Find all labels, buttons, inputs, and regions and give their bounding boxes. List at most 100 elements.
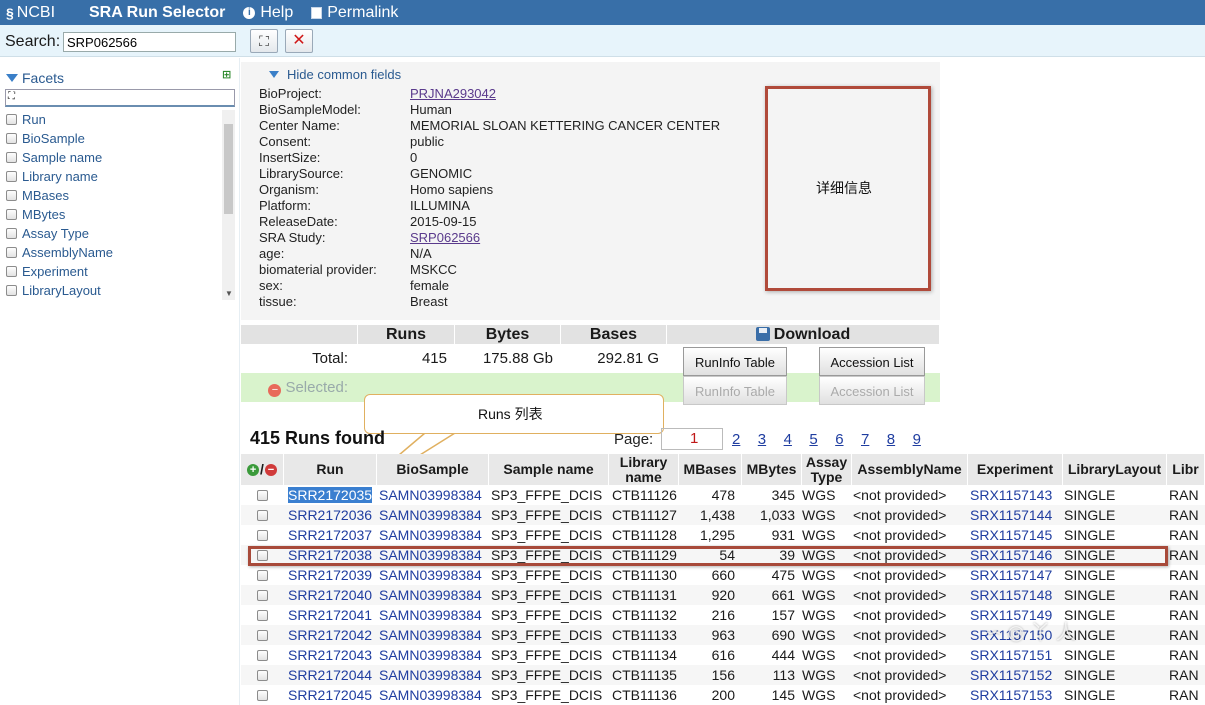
page-number-input[interactable]: 1 bbox=[661, 428, 723, 450]
experiment-link[interactable]: SRX1157143 bbox=[970, 487, 1052, 503]
facet-checkbox[interactable] bbox=[6, 114, 17, 125]
facet-item-mbases[interactable]: MBases bbox=[6, 186, 221, 205]
run-link[interactable]: SRR2172045 bbox=[288, 687, 372, 703]
scroll-down-icon[interactable]: ▼ bbox=[225, 289, 233, 298]
col-header-libr[interactable]: Libr bbox=[1167, 454, 1205, 485]
add-facet-icon[interactable]: ⊞ bbox=[222, 68, 236, 81]
col-header-experiment[interactable]: Experiment bbox=[968, 454, 1063, 485]
biosample-link[interactable]: SAMN03998384 bbox=[379, 627, 482, 643]
experiment-link[interactable]: SRX1157144 bbox=[970, 507, 1052, 523]
row-checkbox[interactable] bbox=[257, 489, 268, 501]
page-link-3[interactable]: 3 bbox=[758, 431, 784, 448]
table-row[interactable]: SRR2172044 SAMN03998384 SP3_FFPE_DCIS CTB11… bbox=[241, 665, 1205, 685]
plus-icon[interactable]: + bbox=[247, 463, 260, 476]
row-checkbox[interactable] bbox=[257, 629, 268, 641]
run-link[interactable]: SRR2172040 bbox=[288, 587, 372, 603]
clear-button[interactable]: ✕ bbox=[285, 29, 313, 53]
facet-item-experiment[interactable]: Experiment bbox=[6, 262, 221, 281]
table-row[interactable]: SRR2172039 SAMN03998384 SP3_FFPE_DCIS CTB11… bbox=[241, 565, 1205, 585]
table-row[interactable]: SRR2172035 SAMN03998384 SP3_FFPE_DCIS CTB11… bbox=[241, 485, 1205, 505]
col-header-mbytes[interactable]: MBytes bbox=[742, 454, 802, 485]
run-link[interactable]: SRR2172039 bbox=[288, 567, 372, 583]
page-link-6[interactable]: 6 bbox=[835, 431, 861, 448]
facet-search-input[interactable]: ⛶ bbox=[5, 89, 235, 107]
row-checkbox[interactable] bbox=[257, 529, 268, 541]
row-checkbox[interactable] bbox=[257, 569, 268, 581]
experiment-link[interactable]: SRX1157145 bbox=[970, 527, 1052, 543]
run-link[interactable]: SRR2172036 bbox=[288, 507, 372, 523]
search-button[interactable]: ⛶ bbox=[250, 29, 278, 53]
biosample-link[interactable]: SAMN03998384 bbox=[379, 527, 482, 543]
biosample-link[interactable]: SAMN03998384 bbox=[379, 667, 482, 683]
table-row[interactable]: SRR2172043 SAMN03998384 SP3_FFPE_DCIS CTB11… bbox=[241, 645, 1205, 665]
run-link[interactable]: SRR2172041 bbox=[288, 607, 372, 623]
table-row[interactable]: SRR2172036 SAMN03998384 SP3_FFPE_DCIS CTB11… bbox=[241, 505, 1205, 525]
facet-item-librarylayout[interactable]: LibraryLayout bbox=[6, 281, 221, 300]
run-link[interactable]: SRR2172037 bbox=[288, 527, 372, 543]
experiment-link[interactable]: SRX1157151 bbox=[970, 647, 1052, 663]
experiment-link[interactable]: SRX1157147 bbox=[970, 567, 1052, 583]
ncbi-logo[interactable]: § NCBI bbox=[6, 4, 81, 22]
accession-list-button[interactable]: Accession List bbox=[819, 347, 925, 376]
facet-checkbox[interactable] bbox=[6, 190, 17, 201]
row-checkbox[interactable] bbox=[257, 509, 268, 521]
experiment-link[interactable]: SRX1157152 bbox=[970, 667, 1052, 683]
hide-common-fields-toggle[interactable]: Hide common fields bbox=[269, 67, 401, 82]
run-link[interactable]: SRR2172035 bbox=[288, 487, 373, 503]
row-checkbox[interactable] bbox=[257, 689, 268, 701]
facet-checkbox[interactable] bbox=[6, 152, 17, 163]
biosample-link[interactable]: SAMN03998384 bbox=[379, 687, 482, 703]
run-link[interactable]: SRR2172042 bbox=[288, 627, 372, 643]
experiment-link[interactable]: SRX1157153 bbox=[970, 687, 1052, 703]
facet-scrollbar[interactable]: ▼ bbox=[222, 110, 235, 300]
scrollbar-thumb[interactable] bbox=[224, 124, 233, 214]
select-toggle[interactable]: + / − bbox=[247, 462, 277, 477]
col-header-sample-name[interactable]: Sample name bbox=[489, 454, 609, 485]
table-row[interactable]: SRR2172045 SAMN03998384 SP3_FFPE_DCIS CTB11… bbox=[241, 685, 1205, 705]
biosample-link[interactable]: SAMN03998384 bbox=[379, 587, 482, 603]
selected-accession-list-button[interactable]: Accession List bbox=[819, 376, 925, 405]
bioproject-link[interactable]: PRJNA293042 bbox=[410, 86, 496, 102]
biosample-link[interactable]: SAMN03998384 bbox=[379, 567, 482, 583]
help-link[interactable]: i Help bbox=[243, 4, 293, 22]
facet-checkbox[interactable] bbox=[6, 171, 17, 182]
biosample-link[interactable]: SAMN03998384 bbox=[379, 607, 482, 623]
page-link-5[interactable]: 5 bbox=[809, 431, 835, 448]
page-link-2[interactable]: 2 bbox=[732, 431, 758, 448]
search-input[interactable] bbox=[63, 32, 236, 52]
permalink-link[interactable]: Permalink bbox=[311, 4, 398, 22]
page-link-7[interactable]: 7 bbox=[861, 431, 887, 448]
facet-item-run[interactable]: Run bbox=[6, 110, 221, 129]
facet-item-library-name[interactable]: Library name bbox=[6, 167, 221, 186]
col-header-mbases[interactable]: MBases bbox=[679, 454, 742, 485]
row-checkbox[interactable] bbox=[257, 669, 268, 681]
page-link-9[interactable]: 9 bbox=[913, 431, 939, 448]
facet-item-sample-name[interactable]: Sample name bbox=[6, 148, 221, 167]
facet-item-mbytes[interactable]: MBytes bbox=[6, 205, 221, 224]
table-row[interactable]: SRR2172037 SAMN03998384 SP3_FFPE_DCIS CTB11… bbox=[241, 525, 1205, 545]
page-link-8[interactable]: 8 bbox=[887, 431, 913, 448]
facet-checkbox[interactable] bbox=[6, 266, 17, 277]
facet-item-assay-type[interactable]: Assay Type bbox=[6, 224, 221, 243]
table-row[interactable]: SRR2172040 SAMN03998384 SP3_FFPE_DCIS CTB11… bbox=[241, 585, 1205, 605]
facets-header[interactable]: Facets bbox=[6, 70, 64, 86]
minus-icon[interactable]: − bbox=[264, 463, 277, 476]
selected-runinfo-table-button[interactable]: RunInfo Table bbox=[683, 376, 787, 405]
facet-checkbox[interactable] bbox=[6, 228, 17, 239]
biosample-link[interactable]: SAMN03998384 bbox=[379, 647, 482, 663]
facet-item-assemblyname[interactable]: AssemblyName bbox=[6, 243, 221, 262]
page-link-4[interactable]: 4 bbox=[784, 431, 810, 448]
col-header-librarylayout[interactable]: LibraryLayout bbox=[1063, 454, 1167, 485]
runinfo-table-button[interactable]: RunInfo Table bbox=[683, 347, 787, 376]
col-header-assay-type[interactable]: Assay Type bbox=[802, 454, 852, 485]
facet-checkbox[interactable] bbox=[6, 209, 17, 220]
biosample-link[interactable]: SAMN03998384 bbox=[379, 507, 482, 523]
row-checkbox[interactable] bbox=[257, 649, 268, 661]
run-link[interactable]: SRR2172043 bbox=[288, 647, 372, 663]
facet-checkbox[interactable] bbox=[6, 133, 17, 144]
facet-checkbox[interactable] bbox=[6, 285, 17, 296]
facet-checkbox[interactable] bbox=[6, 247, 17, 258]
col-header-assemblyname[interactable]: AssemblyName bbox=[852, 454, 968, 485]
col-header-library-name[interactable]: Library name bbox=[609, 454, 679, 485]
col-header-biosample[interactable]: BioSample bbox=[377, 454, 489, 485]
